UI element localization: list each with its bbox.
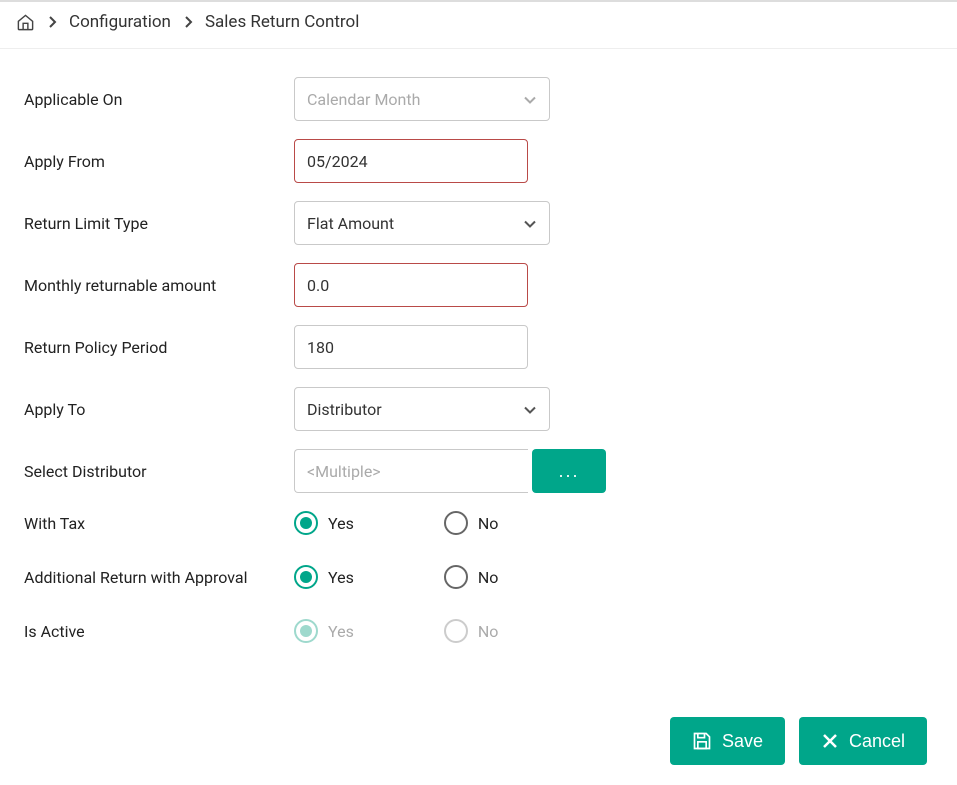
is-active-no-label: No xyxy=(478,622,499,641)
is-active-label: Is Active xyxy=(24,622,294,641)
chevron-right-icon xyxy=(183,15,193,29)
additional-return-yes-label: Yes xyxy=(328,568,354,587)
select-distributor-label: Select Distributor xyxy=(24,462,294,481)
return-limit-type-value: Flat Amount xyxy=(307,214,394,233)
home-icon[interactable] xyxy=(16,13,35,32)
radio-icon xyxy=(294,565,318,589)
apply-from-label: Apply From xyxy=(24,152,294,171)
return-policy-period-value: 180 xyxy=(307,338,334,357)
chevron-right-icon xyxy=(47,15,57,29)
return-limit-type-select[interactable]: Flat Amount xyxy=(294,201,550,245)
select-distributor-placeholder: <Multiple> xyxy=(307,462,381,481)
chevron-down-icon xyxy=(523,214,537,233)
applicable-on-label: Applicable On xyxy=(24,90,294,109)
radio-icon xyxy=(444,511,468,535)
return-policy-period-label: Return Policy Period xyxy=(24,338,294,357)
with-tax-yes-radio[interactable]: Yes xyxy=(294,511,354,535)
radio-icon xyxy=(444,565,468,589)
breadcrumb: Configuration Sales Return Control xyxy=(0,2,957,49)
is-active-no-radio: No xyxy=(444,619,499,643)
breadcrumb-item-configuration[interactable]: Configuration xyxy=(69,12,171,32)
is-active-yes-label: Yes xyxy=(328,622,354,641)
is-active-yes-radio: Yes xyxy=(294,619,354,643)
monthly-returnable-input[interactable]: 0.0 xyxy=(294,263,528,307)
additional-return-no-radio[interactable]: No xyxy=(444,565,499,589)
chevron-down-icon xyxy=(523,90,537,109)
with-tax-yes-label: Yes xyxy=(328,514,354,533)
save-button[interactable]: Save xyxy=(670,717,785,765)
cancel-button-label: Cancel xyxy=(849,731,905,752)
cancel-button[interactable]: Cancel xyxy=(799,717,927,765)
with-tax-no-radio[interactable]: No xyxy=(444,511,499,535)
with-tax-label: With Tax xyxy=(24,514,294,533)
return-limit-type-label: Return Limit Type xyxy=(24,214,294,233)
with-tax-no-label: No xyxy=(478,514,499,533)
apply-from-input[interactable]: 05/2024 xyxy=(294,139,528,183)
ellipsis-icon: ... xyxy=(558,461,579,482)
additional-return-yes-radio[interactable]: Yes xyxy=(294,565,354,589)
breadcrumb-item-sales-return-control[interactable]: Sales Return Control xyxy=(205,12,359,32)
monthly-returnable-value: 0.0 xyxy=(307,276,329,295)
select-distributor-input[interactable]: <Multiple> xyxy=(294,449,528,493)
radio-icon xyxy=(294,619,318,643)
apply-to-label: Apply To xyxy=(24,400,294,419)
applicable-on-select[interactable]: Calendar Month xyxy=(294,77,550,121)
additional-return-label: Additional Return with Approval xyxy=(24,568,294,587)
apply-from-value: 05/2024 xyxy=(307,152,368,171)
additional-return-no-label: No xyxy=(478,568,499,587)
monthly-returnable-label: Monthly returnable amount xyxy=(24,276,294,295)
select-distributor-lookup-button[interactable]: ... xyxy=(532,449,606,493)
close-icon xyxy=(821,732,839,750)
save-button-label: Save xyxy=(722,731,763,752)
return-policy-period-input[interactable]: 180 xyxy=(294,325,528,369)
chevron-down-icon xyxy=(523,400,537,419)
apply-to-value: Distributor xyxy=(307,400,382,419)
radio-icon xyxy=(294,511,318,535)
save-icon xyxy=(692,731,712,751)
applicable-on-value: Calendar Month xyxy=(307,90,420,109)
apply-to-select[interactable]: Distributor xyxy=(294,387,550,431)
radio-icon xyxy=(444,619,468,643)
